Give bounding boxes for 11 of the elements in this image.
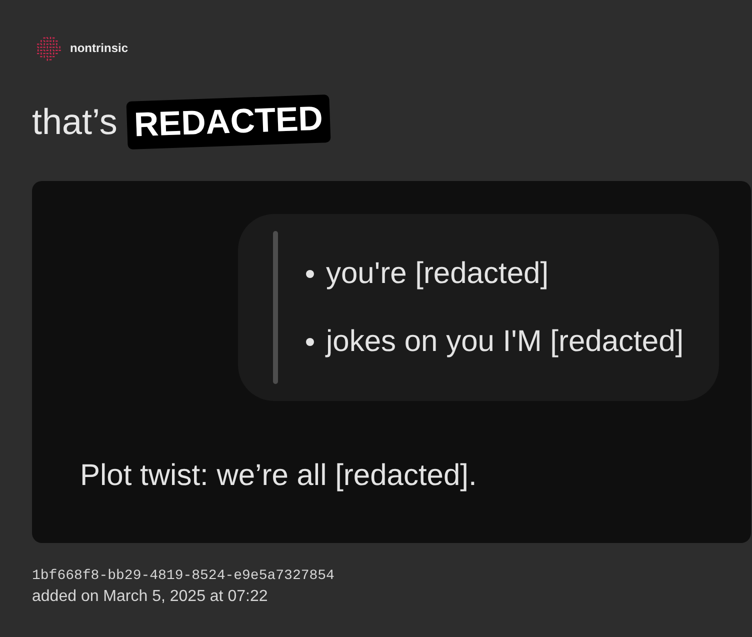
item-id: 1bf668f8-bb29-4819-8524-e9e5a7327854: [32, 567, 334, 585]
quote-item: you're [redacted]: [326, 256, 549, 292]
headline-badge: REDACTED: [126, 94, 332, 150]
message-text: Plot twist: we’re all [redacted].: [80, 459, 477, 492]
headline-text: that’s: [32, 100, 118, 144]
quote-item: jokes on you I'M [redacted]: [326, 324, 684, 360]
bullet-icon: [306, 338, 314, 346]
added-date: added on March 5, 2025 at 07:22: [32, 587, 268, 607]
brand-name: nontrinsic: [70, 40, 128, 56]
bullet-icon: [306, 270, 314, 278]
logo-icon: [35, 35, 61, 61]
